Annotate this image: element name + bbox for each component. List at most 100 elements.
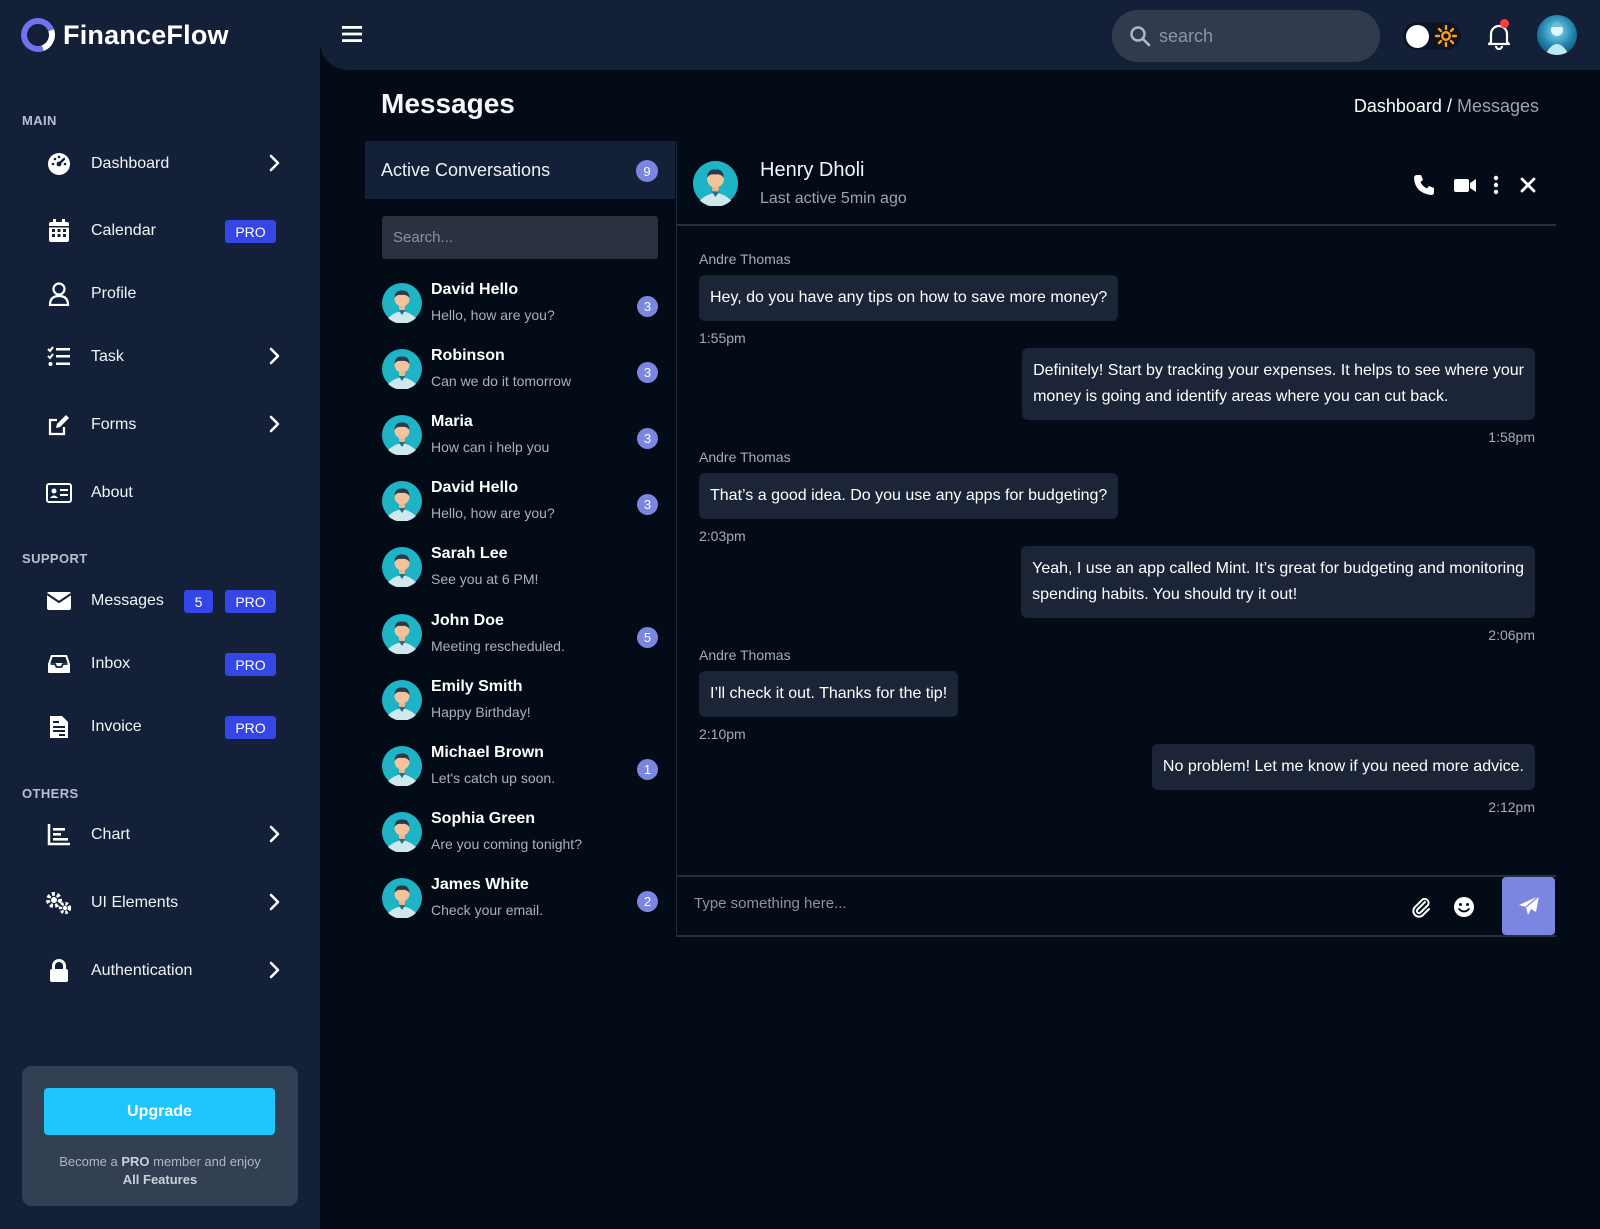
- sidebar-item-forms[interactable]: Forms: [40, 403, 292, 447]
- messages-count-badge: 5: [184, 590, 213, 613]
- app-name: FinanceFlow: [63, 19, 229, 50]
- upgrade-description: Become a PRO member and enjoy All Featur…: [22, 1153, 298, 1189]
- conversation-item[interactable]: John Doe Meeting rescheduled. 5: [382, 606, 658, 664]
- user-avatar[interactable]: [1537, 15, 1577, 55]
- message-bubble-incoming: That’s a good idea. Do you use any apps …: [699, 473, 1119, 519]
- sidebar-item-label: Dashboard: [91, 155, 170, 172]
- sidebar-item-inbox[interactable]: Inbox PRO: [40, 642, 292, 686]
- chat-header: Henry Dholi Last active 5min ago: [677, 141, 1556, 226]
- sidebar-item-authentication[interactable]: Authentication: [40, 949, 292, 993]
- contact-last-message: Hello, how are you?: [431, 307, 555, 323]
- message-time: 1:58pm: [1488, 429, 1535, 445]
- search-input[interactable]: [1159, 25, 1359, 47]
- message-bubble-outgoing: No problem! Let me know if you need more…: [1151, 744, 1535, 790]
- conversation-item[interactable]: Maria How can i help you 3: [382, 407, 658, 465]
- contact-name: Michael Brown: [431, 744, 544, 761]
- unread-badge: 5: [637, 627, 658, 648]
- contact-last-message: Are you coming tonight?: [431, 836, 582, 852]
- section-label-support: SUPPORT: [22, 551, 88, 566]
- message-text-line: money is going and identify areas where …: [1033, 388, 1449, 405]
- toggle-knob: [1406, 25, 1429, 48]
- sidebar-item-dashboard[interactable]: Dashboard: [40, 142, 292, 186]
- sidebar-item-chart[interactable]: Chart: [40, 813, 292, 857]
- conversations-title: Active Conversations: [381, 159, 551, 180]
- paperclip-icon[interactable]: [1410, 896, 1432, 918]
- conversation-item[interactable]: Emily Smith Happy Birthday!: [382, 672, 658, 730]
- conversation-item[interactable]: Michael Brown Let's catch up soon. 1: [382, 738, 658, 796]
- chevron-right-icon: [265, 825, 283, 843]
- lock-icon: [44, 956, 74, 986]
- close-icon[interactable]: [1517, 174, 1539, 196]
- phone-icon[interactable]: [1413, 174, 1435, 196]
- message-time: 1:55pm: [699, 330, 746, 346]
- conversation-item[interactable]: Robinson Can we do it tomorrow 3: [382, 341, 658, 399]
- sidebar-item-label: Chart: [91, 826, 131, 843]
- pro-badge: PRO: [225, 590, 276, 613]
- contact-avatar: [382, 680, 422, 720]
- conversations-search-input[interactable]: [382, 216, 658, 259]
- unread-badge: 2: [637, 891, 658, 912]
- contact-name: David Hello: [431, 281, 519, 298]
- tasks-icon: [44, 342, 74, 372]
- contact-last-message: Let's catch up soon.: [431, 770, 556, 786]
- sidebar-item-label: Profile: [91, 285, 137, 302]
- conversation-item[interactable]: David Hello Hello, how are you? 3: [382, 473, 658, 531]
- contact-avatar: [382, 878, 422, 918]
- invoice-icon: [44, 712, 74, 742]
- notification-dot: [1500, 19, 1509, 28]
- page-title: Messages: [381, 88, 515, 119]
- conversation-item[interactable]: Sophia Green Are you coming tonight?: [382, 804, 658, 862]
- chevron-right-icon: [265, 961, 283, 979]
- sidebar-item-profile[interactable]: Profile: [40, 272, 292, 316]
- message-time: 2:03pm: [699, 528, 746, 544]
- sidebar-item-label: Task: [91, 348, 124, 365]
- sidebar-item-invoice[interactable]: Invoice PRO: [40, 705, 292, 749]
- emoji-icon[interactable]: [1453, 896, 1475, 918]
- conversation-item[interactable]: David Hello Hello, how are you? 3: [382, 275, 658, 333]
- send-button[interactable]: [1502, 877, 1555, 935]
- contact-last-message: Check your email.: [431, 902, 544, 918]
- upgrade-text-pro: PRO: [121, 1154, 150, 1169]
- sidebar-item-label: UI Elements: [91, 894, 179, 911]
- conversation-item[interactable]: Sarah Lee See you at 6 PM!: [382, 539, 658, 597]
- messages-area: Andre Thomas Hey, do you have any tips o…: [677, 227, 1556, 875]
- hamburger-menu-icon[interactable]: [340, 22, 364, 46]
- message-time: 2:10pm: [699, 726, 746, 742]
- message-time: 2:06pm: [1488, 627, 1535, 643]
- sidebar-item-messages[interactable]: Messages 5 PRO: [40, 579, 292, 623]
- user-icon: [44, 279, 74, 309]
- gauge-icon: [44, 149, 74, 179]
- chat-contact-name: Henry Dholi: [760, 159, 865, 181]
- contact-name: Sophia Green: [431, 810, 536, 827]
- message-sender: Andre Thomas: [699, 647, 791, 663]
- sidebar-item-about[interactable]: About: [40, 471, 292, 515]
- global-search[interactable]: [1112, 10, 1380, 62]
- contact-last-message: Happy Birthday!: [431, 704, 531, 720]
- sidebar-item-label: Messages: [91, 592, 164, 609]
- sidebar-item-ui-elements[interactable]: UI Elements: [40, 881, 292, 925]
- contact-last-message: Can we do it tomorrow: [431, 373, 572, 389]
- sidebar-item-calendar[interactable]: Calendar PRO: [40, 209, 292, 253]
- message-bubble-incoming: I’ll check it out. Thanks for the tip!: [699, 671, 959, 717]
- contact-avatar: [382, 283, 422, 323]
- sidebar-item-task[interactable]: Task: [40, 335, 292, 379]
- video-camera-icon[interactable]: [1453, 174, 1477, 196]
- breadcrumb-separator: /: [1441, 96, 1457, 116]
- breadcrumb-home[interactable]: Dashboard: [1354, 96, 1442, 116]
- cogs-icon: [44, 888, 74, 918]
- inbox-icon: [44, 649, 74, 679]
- unread-badge: 3: [637, 494, 658, 515]
- chart-icon: [44, 820, 74, 850]
- pro-badge: PRO: [225, 653, 276, 676]
- app-logo[interactable]: FinanceFlow: [15, 12, 229, 58]
- sidebar-item-label: Forms: [91, 416, 137, 433]
- message-sender: Andre Thomas: [699, 251, 791, 267]
- message-input[interactable]: [694, 895, 1374, 912]
- contact-last-message: Hello, how are you?: [431, 505, 555, 521]
- upgrade-button[interactable]: Upgrade: [44, 1088, 275, 1135]
- theme-toggle[interactable]: [1403, 22, 1461, 50]
- section-label-main: MAIN: [22, 113, 57, 128]
- contact-avatar: [382, 349, 422, 389]
- conversation-item[interactable]: James White Check your email. 2: [382, 870, 658, 928]
- more-options-icon[interactable]: [1485, 174, 1507, 196]
